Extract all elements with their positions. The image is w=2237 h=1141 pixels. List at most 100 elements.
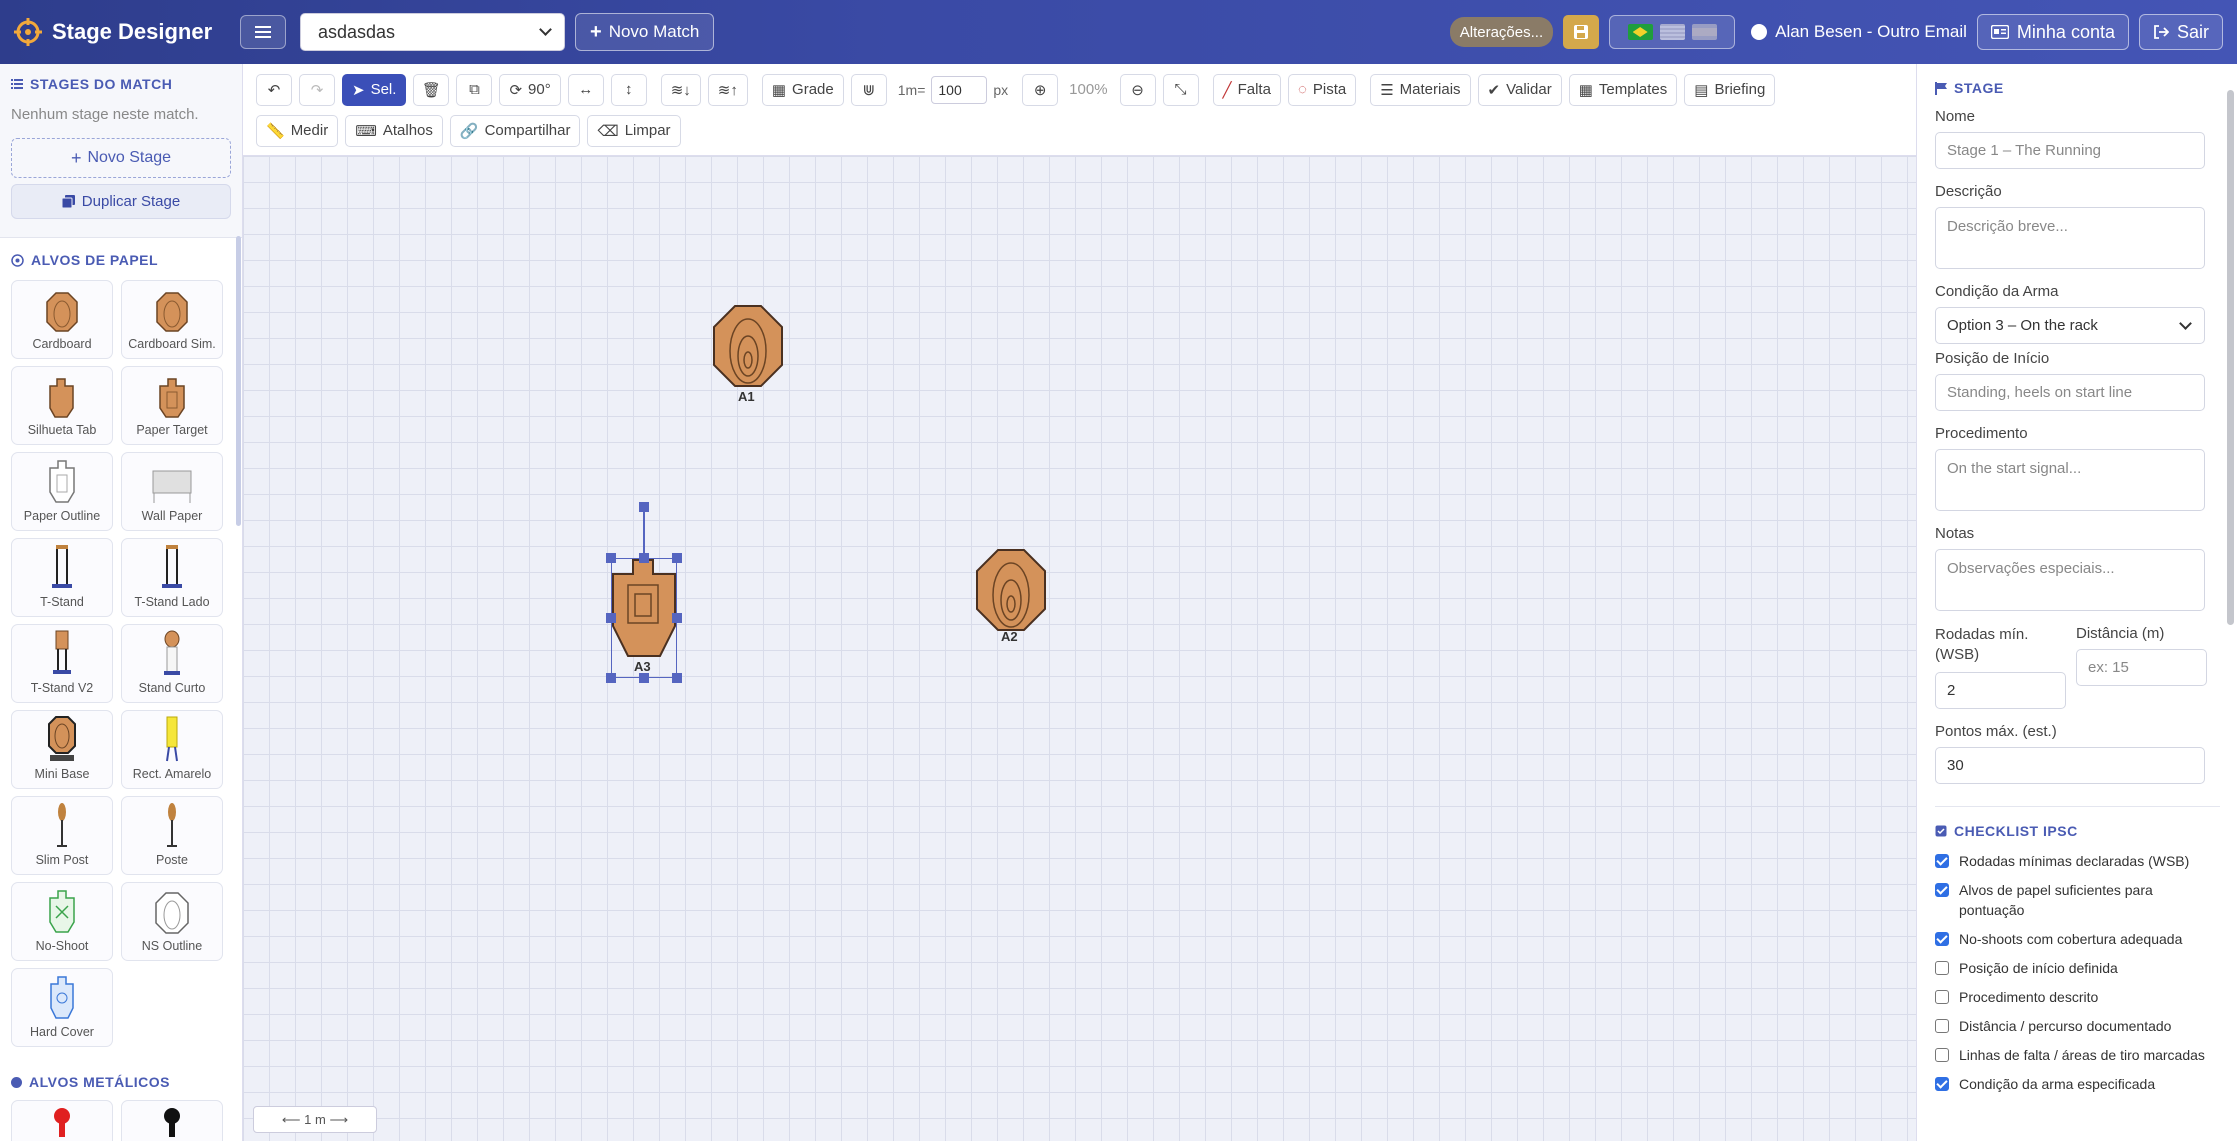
match-select[interactable]: asdasdas <box>300 13 565 51</box>
checkbox[interactable] <box>1935 1048 1949 1062</box>
new-match-button[interactable]: + Novo Match <box>575 13 715 51</box>
resize-handle-nw[interactable] <box>606 553 616 563</box>
logout-button[interactable]: Sair <box>2138 14 2223 50</box>
changes-button[interactable]: Alterações... <box>1449 17 1554 47</box>
resize-handle-sw[interactable] <box>606 673 616 683</box>
templates-button[interactable]: ▦ Templates <box>1568 73 1678 106</box>
brand[interactable]: Stage Designer <box>14 18 232 46</box>
measure-button[interactable]: 📏 Medir <box>256 114 339 147</box>
tile-stand-curto[interactable]: Stand Curto <box>121 624 223 703</box>
target-a1[interactable] <box>712 304 784 388</box>
resize-handle-w[interactable] <box>606 613 616 623</box>
tile-wall-paper[interactable]: Wall Paper <box>121 452 223 531</box>
new-stage-button[interactable]: + Novo Stage <box>11 138 231 178</box>
checklist-item[interactable]: Procedimento descrito <box>1935 987 2220 1007</box>
tile-slim-post[interactable]: Slim Post <box>11 796 113 875</box>
tile-cardboard[interactable]: Cardboard <box>11 280 113 359</box>
sidebar-scrollbar[interactable] <box>236 236 241 526</box>
tile-mini-base[interactable]: Mini Base <box>11 710 113 789</box>
resize-handle-ne[interactable] <box>672 553 682 563</box>
min-rounds-input[interactable]: 2 <box>1935 672 2066 709</box>
shortcuts-button[interactable]: ⌨ Atalhos <box>345 114 443 147</box>
us-flag-icon[interactable] <box>1659 24 1685 40</box>
resize-handle-se[interactable] <box>672 673 682 683</box>
distance-input[interactable]: ex: 15 <box>2076 649 2207 686</box>
checklist-item[interactable]: No-shoots com cobertura adequada <box>1935 929 2220 949</box>
procedure-textarea[interactable]: On the start signal... <box>1935 449 2205 511</box>
tile-ns-outline[interactable]: NS Outline <box>121 882 223 961</box>
stage-canvas[interactable]: A1 A2 A3 ⟵ 1 m ⟶ <box>243 156 1916 1141</box>
materials-button[interactable]: ☰ Materiais <box>1370 73 1471 106</box>
weapon-condition-select[interactable]: Option 3 – On the rack <box>1935 307 2205 344</box>
checkbox[interactable] <box>1935 1019 1949 1033</box>
menu-button[interactable] <box>240 15 286 49</box>
undo-button[interactable]: ↶ <box>256 73 292 106</box>
clear-button[interactable]: ⌫ Limpar <box>587 114 681 147</box>
target-a2[interactable] <box>975 548 1047 632</box>
select-tool-button[interactable]: ➤ Sel. <box>342 73 407 106</box>
checkbox[interactable] <box>1935 854 1949 868</box>
grid-toggle-button[interactable]: ▦ Grade <box>761 73 844 106</box>
notes-textarea[interactable]: Observações especiais... <box>1935 549 2205 611</box>
checklist-item[interactable]: Posição de início definida <box>1935 958 2220 978</box>
checklist-item[interactable]: Distância / percurso documentado <box>1935 1016 2220 1036</box>
checkbox[interactable] <box>1935 1077 1949 1091</box>
copy-button[interactable]: ⧉ <box>456 73 493 106</box>
fault-line-button[interactable]: ╱ Falta <box>1212 73 1281 106</box>
language-selector[interactable] <box>1609 15 1736 49</box>
zoom-out-button[interactable]: ⊖ <box>1119 73 1156 106</box>
briefing-button[interactable]: ▤ Briefing <box>1684 73 1776 106</box>
account-button[interactable]: Minha conta <box>1976 14 2129 50</box>
tile-paper-outline[interactable]: Paper Outline <box>11 452 113 531</box>
checklist-item[interactable]: Alvos de papel suficientes para pontuaçã… <box>1935 880 2220 920</box>
redo-button[interactable]: ↷ <box>299 73 335 106</box>
name-input[interactable]: Stage 1 – The Running <box>1935 132 2205 169</box>
tile-t-stand[interactable]: T-Stand <box>11 538 113 617</box>
panel-title-text: STAGE <box>1954 80 2004 96</box>
checklist-item[interactable]: Rodadas mínimas declaradas (WSB) <box>1935 851 2220 871</box>
fit-view-button[interactable]: ⤡ <box>1162 73 1199 106</box>
bring-forward-button[interactable]: ≋↑ <box>707 73 748 106</box>
start-position-input[interactable]: Standing, heels on start line <box>1935 374 2205 411</box>
resize-handle-e[interactable] <box>672 613 682 623</box>
flip-horizontal-button[interactable]: ↔ <box>567 73 604 106</box>
toolbar-row-1: ↶ ↷ ➤ Sel. 🗑 ⧉ ⟳ 90° ↔ ↕ ≋↓ ≋↑ ▦ Grade ⋓ 1m… <box>256 73 1904 106</box>
tile-poste[interactable]: Poste <box>121 796 223 875</box>
share-button[interactable]: 🔗 Compartilhar <box>449 114 581 147</box>
tile-paper-target[interactable]: Paper Target <box>121 366 223 445</box>
tile-hard-cover[interactable]: Hard Cover <box>11 968 113 1047</box>
validate-button[interactable]: ✔ Validar <box>1477 73 1562 106</box>
delete-button[interactable]: 🗑 <box>413 73 450 106</box>
resize-handle-s[interactable] <box>639 673 649 683</box>
checkbox[interactable] <box>1935 932 1949 946</box>
scale-input[interactable]: 100 <box>931 75 988 104</box>
panel-scrollbar[interactable] <box>2227 90 2234 625</box>
tile-t-stand-v2[interactable]: T-Stand V2 <box>11 624 113 703</box>
send-backward-button[interactable]: ≋↓ <box>660 73 701 106</box>
tile-cardboard-sim[interactable]: Cardboard Sim. <box>121 280 223 359</box>
checklist-item[interactable]: Linhas de falta / áreas de tiro marcadas <box>1935 1045 2220 1065</box>
zoom-in-button[interactable]: ⊕ <box>1022 73 1059 106</box>
tile-t-stand-lado[interactable]: T-Stand Lado <box>121 538 223 617</box>
checkbox[interactable] <box>1935 961 1949 975</box>
tile-metal-1[interactable] <box>11 1100 113 1141</box>
checklist-item[interactable]: Condição da arma especificada <box>1935 1074 2220 1094</box>
track-button[interactable]: ◌ Pista <box>1287 73 1357 106</box>
checkbox[interactable] <box>1935 883 1949 897</box>
rotate-handle[interactable] <box>639 502 649 512</box>
snap-button[interactable]: ⋓ <box>850 73 887 106</box>
checkbox[interactable] <box>1935 990 1949 1004</box>
flip-vertical-button[interactable]: ↕ <box>610 73 647 106</box>
duplicate-stage-button[interactable]: Duplicar Stage <box>11 184 231 219</box>
description-textarea[interactable]: Descrição breve... <box>1935 207 2205 269</box>
brazil-flag-icon[interactable] <box>1627 24 1653 40</box>
tile-metal-2[interactable] <box>121 1100 223 1141</box>
tile-silhueta-tab[interactable]: Silhueta Tab <box>11 366 113 445</box>
max-points-input[interactable]: 30 <box>1935 747 2205 784</box>
tile-rect-amarelo[interactable]: Rect. Amarelo <box>121 710 223 789</box>
save-button[interactable] <box>1563 15 1600 49</box>
tile-no-shoot[interactable]: No-Shoot <box>11 882 113 961</box>
spain-flag-icon[interactable] <box>1691 24 1717 40</box>
rotate-button[interactable]: ⟳ 90° <box>499 73 561 106</box>
resize-handle-n[interactable] <box>639 553 649 563</box>
